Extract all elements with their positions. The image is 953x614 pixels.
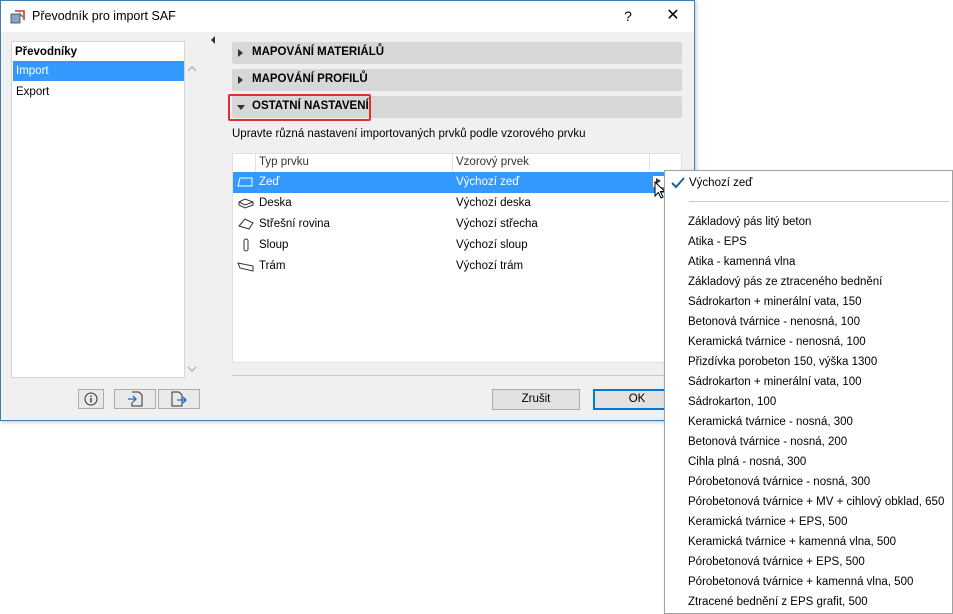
wall-icon bbox=[237, 177, 253, 187]
popup-menu-item[interactable]: Ztracené bednění z EPS grafit, 500 bbox=[688, 592, 868, 612]
import-converter-button[interactable] bbox=[114, 389, 156, 409]
popup-menu-item[interactable]: Atika - EPS bbox=[688, 232, 747, 252]
popup-menu-item[interactable]: Betonová tvárnice - nenosná, 100 bbox=[688, 312, 860, 332]
element-type: Deska bbox=[259, 197, 292, 209]
beam-icon bbox=[237, 262, 254, 272]
popup-menu-item[interactable]: Pórobetonová tvárnice - nosná, 300 bbox=[688, 472, 870, 492]
info-button[interactable] bbox=[78, 389, 104, 409]
element-type: Trám bbox=[259, 260, 286, 272]
help-button[interactable]: ? bbox=[613, 4, 643, 28]
element-type: Sloup bbox=[259, 239, 289, 251]
popup-divider bbox=[689, 201, 949, 202]
table-row[interactable]: Deska Výchozí deska bbox=[233, 193, 681, 214]
checkmark-icon bbox=[671, 177, 685, 189]
popup-menu-item[interactable]: Pórobetonová tvárnice + EPS, 500 bbox=[688, 552, 865, 572]
divider bbox=[232, 375, 682, 376]
popup-menu-item[interactable]: Základový pás litý beton bbox=[688, 212, 811, 232]
title-bar[interactable]: Převodník pro import SAF ? ✕ bbox=[1, 1, 694, 32]
popup-menu-item[interactable]: Keramická tvárnice - nenosná, 100 bbox=[688, 332, 866, 352]
window-title: Převodník pro import SAF bbox=[32, 9, 176, 23]
popup-menu-item[interactable]: Cihla plná - nosná, 300 bbox=[688, 452, 806, 472]
sample-element-dropdown: Výchozí zeď Základový pás litý beton Atik… bbox=[664, 170, 953, 614]
popup-menu-item[interactable]: Betonová tvárnice - nosná, 200 bbox=[688, 432, 847, 452]
element-mapping-table: Typ prvku Vzorový prvek Zeď Výchozí zeď … bbox=[232, 153, 682, 363]
section-profile-mapping[interactable]: MAPOVÁNÍ PROFILŮ bbox=[232, 69, 682, 91]
export-converter-button[interactable] bbox=[158, 389, 200, 409]
popup-menu-item[interactable]: Přizdívka porobeton 150, výška 1300 bbox=[688, 352, 877, 372]
column-icon bbox=[243, 238, 249, 252]
converter-list-header: Převodníky bbox=[15, 46, 77, 58]
section-material-mapping[interactable]: MAPOVÁNÍ MATERIÁLŮ bbox=[232, 42, 682, 64]
table-row[interactable]: Střešní rovina Výchozí střecha bbox=[233, 214, 681, 235]
converter-item-export[interactable]: Export bbox=[13, 82, 184, 102]
section-label: MAPOVÁNÍ PROFILŮ bbox=[252, 73, 368, 85]
column-header-sample-element[interactable]: Vzorový prvek bbox=[456, 156, 529, 168]
highlight-box bbox=[228, 94, 371, 121]
info-icon bbox=[84, 392, 98, 406]
popup-menu-item[interactable]: Sádrokarton + minerální vata, 100 bbox=[688, 372, 862, 392]
settings-description: Upravte různá nastavení importovaných pr… bbox=[232, 128, 586, 140]
roof-icon bbox=[238, 218, 254, 230]
popup-menu-item[interactable]: Sádrokarton + minerální vata, 150 bbox=[688, 292, 862, 312]
popup-menu-item[interactable]: Základový pás ze ztraceného bednění bbox=[688, 272, 882, 292]
section-label: MAPOVÁNÍ MATERIÁLŮ bbox=[252, 46, 385, 58]
column-header-element-type[interactable]: Typ prvku bbox=[259, 156, 309, 168]
popup-menu-item[interactable]: Atika - kamenná vlna bbox=[688, 252, 795, 272]
export-file-icon bbox=[171, 391, 187, 407]
scroll-up-icon[interactable] bbox=[185, 64, 199, 74]
saf-import-dialog: Převodník pro import SAF ? ✕ Převodníky … bbox=[0, 0, 695, 421]
app-icon bbox=[10, 10, 25, 24]
column-divider bbox=[255, 154, 256, 174]
converter-item-import[interactable]: Import bbox=[13, 61, 184, 81]
popup-menu-item[interactable]: Pórobetonová tvárnice + MV + cihlový obk… bbox=[688, 492, 944, 512]
table-row[interactable]: Zeď Výchozí zeď bbox=[233, 172, 681, 193]
column-divider bbox=[649, 154, 650, 174]
element-type: Zeď bbox=[259, 176, 280, 188]
popup-selected-item[interactable]: Výchozí zeď bbox=[689, 177, 752, 189]
cancel-button[interactable]: Zrušit bbox=[492, 389, 580, 410]
converter-item-label: Export bbox=[16, 86, 50, 98]
close-button[interactable]: ✕ bbox=[658, 4, 688, 28]
element-type: Střešní rovina bbox=[259, 218, 330, 230]
slab-icon bbox=[238, 198, 254, 209]
column-divider bbox=[452, 154, 453, 174]
popup-menu-item[interactable]: Keramická tvárnice + kamenná vlna, 500 bbox=[688, 532, 896, 552]
expand-arrow-icon bbox=[238, 49, 243, 57]
table-row[interactable]: Trám Výchozí trám bbox=[233, 256, 681, 277]
sample-element: Výchozí střecha bbox=[456, 218, 538, 230]
collapse-panel-icon[interactable] bbox=[209, 35, 217, 45]
popup-menu-item[interactable]: Pórobetonová tvárnice + kamenná vlna, 50… bbox=[688, 572, 913, 592]
sample-element: Výchozí trám bbox=[456, 260, 524, 272]
sample-element: Výchozí zeď bbox=[456, 176, 520, 188]
converter-list: Převodníky Import Export bbox=[11, 41, 185, 378]
popup-menu-item[interactable]: Keramická tvárnice + EPS, 500 bbox=[688, 512, 847, 532]
sample-element: Výchozí deska bbox=[456, 197, 531, 209]
import-file-icon bbox=[128, 391, 143, 407]
converter-item-label: Import bbox=[16, 65, 49, 77]
expand-arrow-icon bbox=[238, 76, 243, 84]
popup-menu-item[interactable]: Keramická tvárnice - nosná, 300 bbox=[688, 412, 853, 432]
sample-element: Výchozí sloup bbox=[456, 239, 528, 251]
table-row[interactable]: Sloup Výchozí sloup bbox=[233, 235, 681, 256]
scroll-down-icon[interactable] bbox=[185, 364, 199, 374]
popup-menu-item[interactable]: Sádrokarton, 100 bbox=[688, 392, 776, 412]
